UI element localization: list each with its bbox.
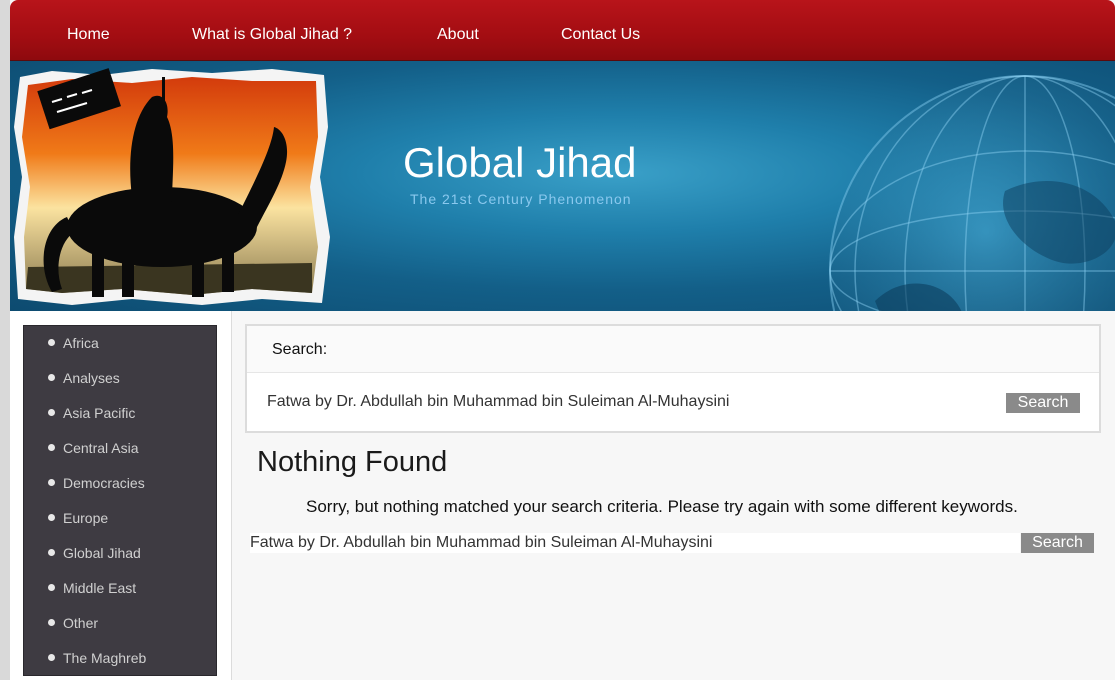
bullet-icon [48, 339, 55, 346]
results-search-input[interactable] [250, 533, 1020, 553]
results-search-button[interactable]: Search [1021, 533, 1094, 553]
page: Home What is Global Jihad ? About Contac… [10, 0, 1115, 680]
category-label: Democracies [63, 475, 145, 491]
category-item-central-asia[interactable]: Central Asia [48, 440, 138, 460]
results-heading: Nothing Found [257, 446, 448, 478]
nav-what-is-global-jihad-link[interactable]: What is Global Jihad ? [192, 26, 352, 44]
bullet-icon [48, 654, 55, 661]
category-label: Middle East [63, 580, 137, 596]
category-label: Asia Pacific [63, 405, 136, 421]
category-label: Global Jihad [63, 545, 141, 561]
bullet-icon [48, 409, 55, 416]
bullet-icon [48, 584, 55, 591]
site-tagline: The 21st Century Phenomenon [410, 191, 632, 207]
category-label: Central Asia [63, 440, 139, 456]
category-item-asia-pacific[interactable]: Asia Pacific [48, 405, 135, 425]
category-label: Other [63, 615, 99, 631]
globe-graphic [829, 75, 1115, 311]
nav-contact-link[interactable]: Contact Us [561, 26, 640, 44]
nav-about-link[interactable]: About [437, 26, 479, 44]
category-label: Africa [63, 335, 99, 351]
bullet-icon [48, 444, 55, 451]
category-item-europe[interactable]: Europe [48, 510, 108, 530]
bullet-icon [48, 619, 55, 626]
no-results-message: Sorry, but nothing matched your search c… [306, 497, 1018, 516]
search-widget: Search: Search [245, 324, 1101, 433]
bullet-icon [48, 514, 55, 521]
bullet-icon [48, 549, 55, 556]
category-list: Africa Analyses Asia Pacific Central Asi… [23, 325, 217, 676]
category-item-the-maghreb[interactable]: The Maghreb [48, 650, 146, 670]
search-widget-header: Search: [247, 326, 1099, 373]
category-item-global-jihad[interactable]: Global Jihad [48, 545, 141, 565]
category-label: The Maghreb [63, 650, 147, 666]
main-content: Search: Search Nothing Found Sorry, but … [232, 311, 1115, 680]
site-title: Global Jihad [403, 139, 637, 186]
category-label: Europe [63, 510, 109, 526]
category-item-analyses[interactable]: Analyses [48, 370, 120, 390]
nav-home-link[interactable]: Home [67, 26, 110, 44]
category-item-africa[interactable]: Africa [48, 335, 99, 355]
sidebar: Africa Analyses Asia Pacific Central Asi… [10, 311, 232, 680]
bullet-icon [48, 374, 55, 381]
category-item-other[interactable]: Other [48, 615, 98, 635]
banner-photo [14, 68, 330, 305]
bullet-icon [48, 479, 55, 486]
top-navigation: Home What is Global Jihad ? About Contac… [10, 0, 1115, 61]
category-item-democracies[interactable]: Democracies [48, 475, 145, 495]
header-banner: Global Jihad The 21st Century Phenomenon [10, 61, 1115, 311]
category-label: Analyses [63, 370, 120, 386]
search-button[interactable]: Search [1006, 393, 1080, 413]
category-item-middle-east[interactable]: Middle East [48, 580, 136, 600]
search-input[interactable] [267, 393, 967, 411]
search-widget-title: Search: [272, 341, 328, 358]
